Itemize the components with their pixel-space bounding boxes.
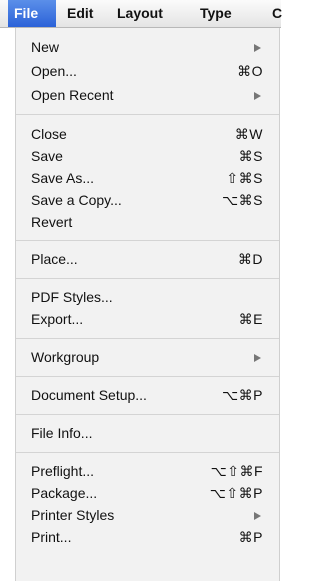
menu-item-label: Printer Styles (31, 507, 115, 523)
menu-item-label: Document Setup... (31, 387, 147, 403)
menu-item-label: New (31, 39, 60, 55)
menu-item-revert[interactable]: Revert (16, 213, 279, 234)
menu-item-shortcut: ⇧⌘S (226, 170, 263, 186)
menu-item-save-as[interactable]: Save As... ⇧⌘S (16, 169, 279, 190)
menu-item-label: Close (31, 126, 67, 142)
submenu-arrow-icon (254, 44, 261, 52)
menu-item-shortcut: ⌘O (237, 63, 263, 79)
submenu-arrow-icon (254, 354, 261, 362)
menu-item-export[interactable]: Export... ⌘E (16, 310, 279, 331)
menu-item-shortcut: ⌥⌘S (222, 192, 263, 208)
menu-item-shortcut: ⌘P (238, 529, 263, 545)
menu-item-file-info[interactable]: File Info... (16, 424, 279, 445)
submenu-arrow-icon (254, 92, 261, 100)
menu-item-save-a-copy[interactable]: Save a Copy... ⌥⌘S (16, 191, 279, 212)
menu-separator (16, 338, 279, 339)
menu-item-preflight[interactable]: Preflight... ⌥⇧⌘F (16, 462, 279, 483)
menu-item-label: Revert (31, 214, 73, 230)
menubar-edit[interactable]: Edit (67, 0, 93, 27)
menu-item-pdf-styles[interactable]: PDF Styles... (16, 288, 279, 309)
menu-item-label: File Info... (31, 425, 93, 441)
menu-item-label: Place... (31, 251, 78, 267)
menubar-partial-item[interactable]: C (272, 0, 282, 27)
menu-bar: File Edit Layout Type C (0, 0, 282, 28)
menubar-layout[interactable]: Layout (117, 0, 163, 27)
menu-item-label: Preflight... (31, 463, 95, 479)
menu-item-document-setup[interactable]: Document Setup... ⌥⌘P (16, 386, 279, 407)
menu-separator (16, 278, 279, 279)
menu-item-label: Open Recent (31, 87, 114, 103)
menu-item-printer-styles[interactable]: Printer Styles (16, 506, 279, 527)
menu-item-new[interactable]: New (16, 38, 279, 59)
menu-item-shortcut: ⌥⇧⌘F (210, 463, 263, 479)
menu-item-close[interactable]: Close ⌘W (16, 125, 279, 146)
menu-item-shortcut: ⌘D (237, 251, 263, 267)
menu-item-shortcut: ⌘E (238, 311, 263, 327)
menu-item-label: Save a Copy... (31, 192, 122, 208)
menu-item-label: Export... (31, 311, 84, 327)
menu-item-label: Save As... (31, 170, 95, 186)
menu-item-shortcut: ⌘W (234, 126, 263, 142)
menu-item-label: Print... (31, 529, 72, 545)
menubar-type[interactable]: Type (200, 0, 232, 27)
menu-item-package[interactable]: Package... ⌥⇧⌘P (16, 484, 279, 505)
menu-item-label: Package... (31, 485, 98, 501)
menu-separator (16, 414, 279, 415)
menu-item-print[interactable]: Print... ⌘P (16, 528, 279, 549)
menu-item-label: Save (31, 148, 63, 164)
menu-item-shortcut: ⌘S (238, 148, 263, 164)
menu-item-open-recent[interactable]: Open Recent (16, 86, 279, 107)
menu-item-open[interactable]: Open... ⌘O (16, 62, 279, 83)
menu-item-place[interactable]: Place... ⌘D (16, 250, 279, 271)
menu-separator (16, 452, 279, 453)
menu-separator (16, 376, 279, 377)
menu-item-shortcut: ⌥⌘P (222, 387, 263, 403)
menu-item-shortcut: ⌥⇧⌘P (209, 485, 263, 501)
menu-item-label: PDF Styles... (31, 289, 113, 305)
file-menu: New Open... ⌘O Open Recent Close ⌘W Save… (15, 28, 280, 581)
menu-item-workgroup[interactable]: Workgroup (16, 348, 279, 369)
menubar-file[interactable]: File (8, 0, 56, 27)
menu-item-label: Open... (31, 63, 77, 79)
menu-item-label: Workgroup (31, 349, 100, 365)
menu-separator (16, 240, 279, 241)
submenu-arrow-icon (254, 512, 261, 520)
menu-separator (16, 114, 279, 115)
menu-item-save[interactable]: Save ⌘S (16, 147, 279, 168)
